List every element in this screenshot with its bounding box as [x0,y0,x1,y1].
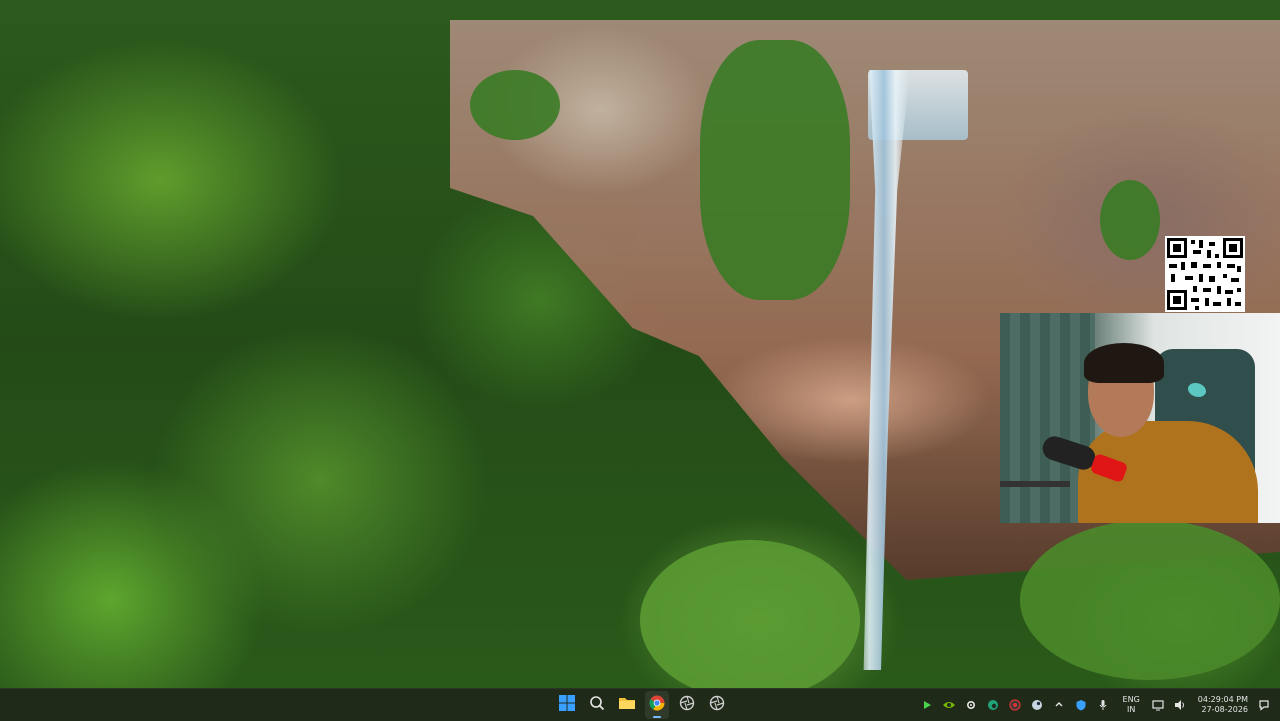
nvidia-icon[interactable] [941,697,957,713]
webcam-person-hair [1084,343,1164,383]
defender-icon[interactable] [1073,697,1089,713]
start-button[interactable] [555,691,579,719]
chevron-icon[interactable] [1051,697,1067,713]
aperture-icon [709,695,725,715]
taskbar: ENG IN 04:29:04 PM 27-08-2026 [0,688,1280,721]
clock-date: 27-08-2026 [1201,705,1249,714]
file-explorer-button[interactable] [615,691,639,719]
webcam-feed [1000,313,1280,523]
language-indicator[interactable]: ENG IN [1123,695,1140,715]
forest-canopy [640,540,860,688]
app-2-button[interactable] [705,691,729,719]
volume-icon[interactable] [1172,697,1188,713]
system-icons [1150,697,1188,713]
monitor-icon[interactable] [1150,697,1166,713]
clock[interactable]: 04:29:04 PM 27-08-2026 [1198,695,1248,715]
notification-icon[interactable] [1256,697,1272,713]
language-line1: ENG [1122,695,1140,704]
tray-icons [919,697,1111,713]
forest-canopy [1020,520,1280,680]
steam-icon[interactable] [1029,697,1045,713]
cliff-vegetation [700,40,850,300]
aperture-icon [679,695,695,715]
cliff-vegetation [470,70,560,140]
record-icon[interactable] [1007,697,1023,713]
chrome-icon [649,695,665,715]
gear-icon[interactable] [963,697,979,713]
play-icon[interactable] [919,697,935,713]
search-icon [589,695,605,715]
app-1-button[interactable] [675,691,699,719]
desktop-wallpaper [0,0,1280,688]
microphone-icon[interactable] [1095,697,1111,713]
search-button[interactable] [585,691,609,719]
clock-time: 04:29:04 PM [1197,695,1248,704]
language-line2: IN [1127,705,1136,714]
qr-code [1165,236,1245,312]
chair-logo [1188,383,1206,397]
edge-icon[interactable] [985,697,1001,713]
folder-icon [618,695,636,715]
taskbar-pinned-apps [555,689,729,721]
mic-arm [1000,481,1070,487]
windows-start-icon [559,695,575,715]
cliff-vegetation [1100,180,1160,260]
system-tray: ENG IN 04:29:04 PM 27-08-2026 [919,689,1280,721]
chrome-button[interactable] [645,691,669,719]
